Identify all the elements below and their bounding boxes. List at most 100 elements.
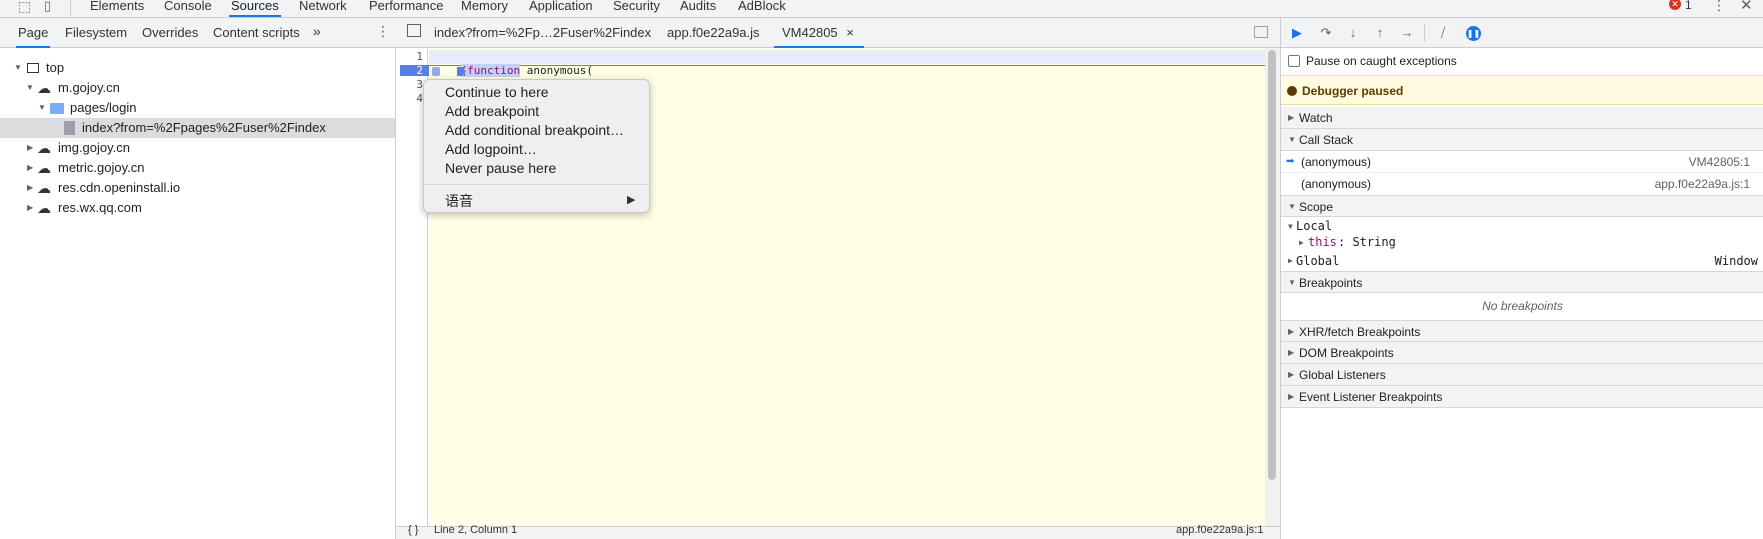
line-number[interactable]: 2: [416, 64, 423, 77]
code-token-text: anonymous(: [520, 64, 593, 77]
tab-application[interactable]: Application: [527, 0, 595, 17]
editor-tabs: index?from=%2Fp…2Fuser%2Findex app.f0e22…: [396, 18, 1280, 48]
section-dom-breakpoints[interactable]: ▶ DOM Breakpoints: [1281, 342, 1763, 364]
scope-global-row[interactable]: ▶ Global Window: [1281, 252, 1763, 270]
tab-memory[interactable]: Memory: [459, 0, 510, 17]
frame-name: (anonymous): [1301, 155, 1372, 169]
toolbar-divider: [1424, 24, 1425, 42]
devtools-toolbar: ⬚ ▯ Elements Console Sources Network Per…: [0, 0, 1763, 18]
step-out-icon[interactable]: ↑: [1371, 24, 1389, 42]
collapse-arrow-icon[interactable]: ▶: [27, 178, 33, 198]
tree-item-res-cdn[interactable]: ▶ ☁ res.cdn.openinstall.io: [0, 178, 395, 198]
section-watch[interactable]: ▶ Watch: [1281, 107, 1763, 129]
tab-performance[interactable]: Performance: [367, 0, 445, 17]
tree-item-top[interactable]: ▼ top: [0, 58, 395, 78]
nav-more-tabs[interactable]: »: [313, 23, 321, 39]
navigator-tabs: Page Filesystem Overrides Content script…: [0, 18, 396, 48]
toggle-debugger-icon[interactable]: [1254, 26, 1268, 38]
call-frame-row[interactable]: (anonymous) app.f0e22a9a.js:1: [1281, 173, 1763, 195]
editor-scrollbar[interactable]: [1265, 48, 1280, 526]
pause-caught-row[interactable]: Pause on caught exceptions: [1281, 50, 1763, 72]
collapse-arrow-icon[interactable]: ▶: [27, 158, 33, 178]
scrollbar-thumb[interactable]: [1268, 50, 1276, 480]
error-count[interactable]: 1: [1685, 0, 1692, 12]
tree-item-metric-gojoy[interactable]: ▶ ☁ metric.gojoy.cn: [0, 158, 395, 178]
tab-elements[interactable]: Elements: [88, 0, 146, 17]
no-breakpoints-row: No breakpoints: [1281, 294, 1763, 318]
scope-this-row[interactable]: ▶ this : String: [1281, 234, 1763, 251]
collapse-arrow-icon: ▶: [1288, 113, 1295, 122]
resume-icon[interactable]: ▶: [1288, 24, 1306, 42]
tree-label: m.gojoy.cn: [58, 80, 120, 95]
section-label: Event Listener Breakpoints: [1299, 390, 1443, 404]
line-number[interactable]: 4: [416, 92, 423, 105]
close-devtools-icon[interactable]: ✕: [1740, 0, 1753, 14]
collapse-arrow-icon[interactable]: ▶: [27, 138, 33, 158]
tab-network[interactable]: Network: [297, 0, 349, 17]
expand-arrow-icon: ▼: [1288, 222, 1293, 231]
navigator-menu-icon[interactable]: ⋮: [376, 23, 390, 40]
tab-sources[interactable]: Sources: [229, 0, 281, 17]
tab-audits[interactable]: Audits: [678, 0, 718, 17]
nav-tab-page[interactable]: Page: [15, 25, 51, 48]
tree-label: index?from=%2Fpages%2Fuser%2Findex: [82, 120, 326, 135]
menu-continue-to-here[interactable]: Continue to here: [445, 84, 549, 100]
more-options-icon[interactable]: ⋮: [1712, 0, 1726, 14]
editor-tab-label: VM42805: [782, 25, 838, 40]
section-global-listeners[interactable]: ▶ Global Listeners: [1281, 364, 1763, 386]
expand-arrow-icon[interactable]: ▼: [26, 78, 34, 98]
editor-tab-app-js[interactable]: app.f0e22a9a.js: [667, 25, 760, 40]
tab-console[interactable]: Console: [162, 0, 214, 17]
section-event-listener-breakpoints[interactable]: ▶ Event Listener Breakpoints: [1281, 386, 1763, 408]
section-xhr-breakpoints[interactable]: ▶ XHR/fetch Breakpoints: [1281, 320, 1763, 342]
call-frame-row[interactable]: ➡ (anonymous) VM42805:1: [1281, 151, 1763, 173]
pause-on-exceptions-icon[interactable]: ❚❚: [1466, 26, 1481, 41]
submenu-arrow-icon: ▶: [627, 194, 636, 206]
tree-item-res-wx[interactable]: ▶ ☁ res.wx.qq.com: [0, 198, 395, 218]
inline-breakpoint-icon[interactable]: [432, 67, 440, 76]
section-call-stack[interactable]: ▼ Call Stack: [1281, 129, 1763, 151]
tree-item-pages-login[interactable]: ▼ pages/login: [0, 98, 395, 118]
line-number[interactable]: 3: [416, 78, 423, 91]
step-icon[interactable]: →: [1398, 24, 1416, 42]
editor-tab-index[interactable]: index?from=%2Fp…2Fuser%2Findex: [434, 25, 651, 40]
section-scope[interactable]: ▼ Scope: [1281, 195, 1763, 217]
section-breakpoints[interactable]: ▼ Breakpoints: [1281, 271, 1763, 293]
nav-tab-filesystem[interactable]: Filesystem: [65, 25, 127, 40]
step-over-icon[interactable]: ↷: [1317, 24, 1335, 42]
section-label: Global Listeners: [1299, 368, 1386, 382]
tree-item-img-gojoy[interactable]: ▶ ☁ img.gojoy.cn: [0, 138, 395, 158]
expand-arrow-icon[interactable]: ▼: [14, 58, 22, 78]
execution-line-marker[interactable]: [400, 65, 430, 76]
source-map-link[interactable]: app.f0e22a9a.js:1: [1176, 524, 1263, 536]
tab-adblock[interactable]: AdBlock: [736, 0, 788, 17]
tree-label: pages/login: [70, 100, 137, 115]
section-label: Call Stack: [1299, 133, 1354, 147]
editor-tab-vm42805[interactable]: VM42805 ×: [774, 25, 864, 48]
deactivate-breakpoints-icon[interactable]: ⧸: [1434, 24, 1452, 42]
pretty-print-button[interactable]: { }: [408, 524, 418, 536]
nav-tab-overrides[interactable]: Overrides: [142, 25, 198, 40]
menu-divider: [424, 184, 649, 185]
tab-security[interactable]: Security: [611, 0, 662, 17]
toggle-navigator-icon[interactable]: [407, 24, 421, 37]
error-icon[interactable]: ✕: [1669, 0, 1681, 10]
close-tab-icon[interactable]: ×: [846, 25, 854, 40]
menu-add-breakpoint[interactable]: Add breakpoint: [445, 103, 539, 119]
menu-add-logpoint[interactable]: Add logpoint…: [445, 141, 537, 157]
expand-arrow-icon[interactable]: ▼: [38, 98, 46, 118]
menu-never-pause-here[interactable]: Never pause here: [445, 160, 556, 176]
tree-item-index-file[interactable]: index?from=%2Fpages%2Fuser%2Findex: [0, 118, 395, 138]
line-number[interactable]: 1: [416, 50, 423, 63]
menu-speech[interactable]: 语音: [445, 191, 473, 211]
menu-add-conditional-breakpoint[interactable]: Add conditional breakpoint…: [445, 122, 624, 138]
nav-tab-content-scripts[interactable]: Content scripts: [213, 25, 300, 40]
collapse-arrow-icon[interactable]: ▶: [27, 198, 33, 218]
scope-local-row[interactable]: ▼ Local: [1281, 218, 1763, 235]
editor-statusbar: { } Line 2, Column 1 app.f0e22a9a.js:1: [396, 524, 1280, 539]
device-toggle-icon[interactable]: ▯: [44, 0, 51, 14]
tree-item-m-gojoy[interactable]: ▼ ☁ m.gojoy.cn: [0, 78, 395, 98]
pause-caught-checkbox[interactable]: [1288, 55, 1300, 67]
inspect-element-icon[interactable]: ⬚: [18, 0, 31, 15]
step-into-icon[interactable]: ↓: [1344, 24, 1362, 42]
